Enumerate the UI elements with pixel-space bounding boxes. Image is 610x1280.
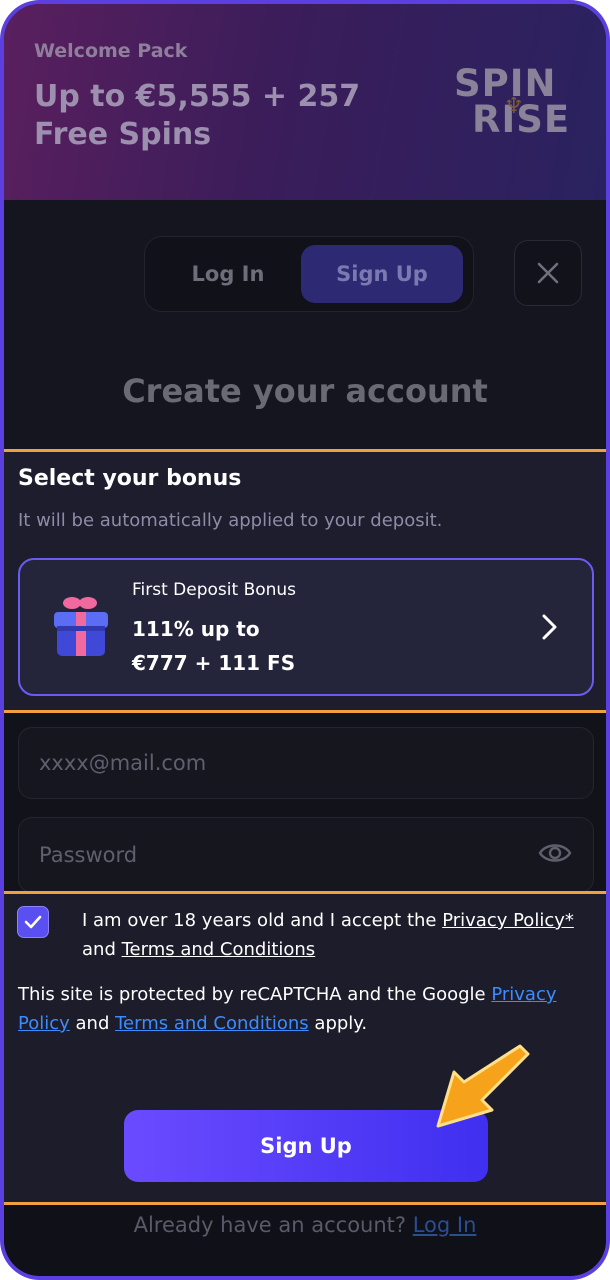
close-button[interactable] xyxy=(514,240,582,306)
phone-frame: Welcome Pack Up to €5,555 + 257 Free Spi… xyxy=(0,0,610,1280)
age-terms-checkbox[interactable] xyxy=(17,906,49,938)
privacy-policy-link[interactable]: Privacy Policy* xyxy=(442,910,574,931)
bonus-card[interactable]: First Deposit Bonus 111% up to €777 + 11… xyxy=(18,558,594,696)
banner-title: Up to €5,555 + 257 Free Spins xyxy=(34,79,361,152)
bonus-heading: Select your bonus xyxy=(18,466,242,491)
email-field[interactable] xyxy=(19,728,593,798)
pointer-arrow-icon xyxy=(436,1044,530,1128)
recaptcha-prefix: This site is protected by reCAPTCHA and … xyxy=(18,984,492,1005)
signup-form xyxy=(4,713,606,893)
bonus-subheading: It will be automatically applied to your… xyxy=(18,510,443,531)
footer: Already have an account? Log In xyxy=(4,1205,606,1276)
welcome-banner: Welcome Pack Up to €5,555 + 257 Free Spi… xyxy=(4,4,606,200)
bonus-type: First Deposit Bonus xyxy=(132,580,297,600)
bonus-offer-line1: 111% up to xyxy=(132,617,260,641)
checkmark-icon xyxy=(24,915,42,929)
tab-login[interactable]: Log In xyxy=(153,245,303,303)
auth-tabs: Log In Sign Up xyxy=(144,236,474,312)
recaptcha-suffix: apply. xyxy=(308,1013,368,1034)
eye-icon[interactable] xyxy=(537,838,573,868)
close-icon xyxy=(537,262,559,284)
consent-section: I am over 18 years old and I accept the … xyxy=(4,894,606,1202)
age-terms-text: I am over 18 years old and I accept the … xyxy=(82,906,602,964)
recaptcha-and: and xyxy=(69,1013,116,1034)
google-terms-link[interactable]: Terms and Conditions xyxy=(115,1013,309,1034)
bonus-section: Select your bonus It will be automatical… xyxy=(4,452,606,710)
brand-logo: SPIN RISE ♆ xyxy=(454,65,582,142)
password-field-container xyxy=(18,817,594,893)
terms-link[interactable]: Terms and Conditions xyxy=(122,939,316,960)
chevron-right-icon xyxy=(542,614,557,640)
recaptcha-notice: This site is protected by reCAPTCHA and … xyxy=(18,980,598,1038)
login-prompt: Already have an account? Log In xyxy=(4,1213,606,1237)
gift-icon xyxy=(54,597,108,656)
login-prompt-text: Already have an account? xyxy=(133,1213,413,1237)
banner-label: Welcome Pack xyxy=(34,40,188,62)
email-field-container xyxy=(18,727,594,799)
page-title: Create your account xyxy=(122,372,488,410)
password-field[interactable] xyxy=(19,818,593,892)
bonus-offer: 111% up to €777 + 111 FS xyxy=(132,612,432,680)
login-link[interactable]: Log In xyxy=(413,1213,477,1237)
bonus-offer-line2: €777 + 111 FS xyxy=(132,651,296,675)
agree-prefix: I am over 18 years old and I accept the xyxy=(82,910,443,931)
agree-and: and xyxy=(82,939,122,960)
logo-figure-icon: ♆ xyxy=(504,94,524,119)
tab-signup[interactable]: Sign Up xyxy=(301,245,463,303)
